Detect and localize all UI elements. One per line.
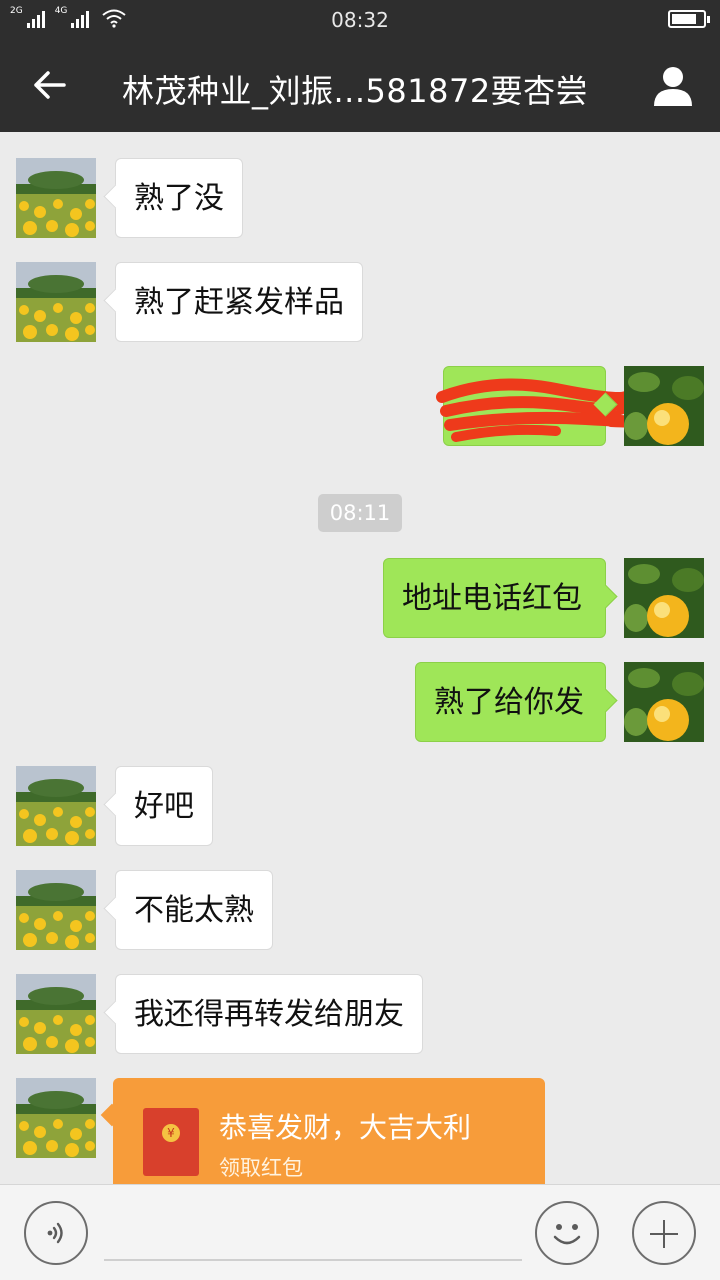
contact-avatar[interactable]	[16, 158, 96, 238]
voice-button[interactable]	[24, 1201, 88, 1265]
my-avatar[interactable]	[624, 366, 704, 446]
red-envelope-icon: ¥	[143, 1108, 199, 1176]
message-input[interactable]	[104, 1259, 522, 1261]
voice-icon	[47, 1222, 63, 1244]
message-bubble-sent[interactable]: 熟了给你发	[415, 662, 606, 742]
input-bar	[0, 1184, 720, 1280]
profile-icon	[654, 67, 692, 106]
contact-avatar[interactable]	[16, 974, 96, 1054]
timestamp-divider: 08:11	[318, 494, 402, 532]
back-arrow-icon	[34, 71, 66, 99]
contact-avatar[interactable]	[16, 870, 96, 950]
contact-avatar[interactable]	[16, 262, 96, 342]
contact-avatar[interactable]	[16, 766, 96, 846]
chat-title: 林茂种业_刘振...581872要杏尝	[122, 72, 589, 110]
message-bubble-sent-redacted[interactable]	[436, 366, 635, 446]
red-packet-message[interactable]: ¥ 恭喜发财，大吉大利 领取红包	[113, 1078, 545, 1184]
plus-button[interactable]	[632, 1201, 696, 1265]
battery-icon	[668, 10, 710, 28]
message-bubble-sent[interactable]: 地址电话红包	[383, 558, 606, 638]
chat-header: 林茂种业_刘振...581872要杏尝	[0, 38, 720, 132]
my-avatar[interactable]	[624, 662, 704, 742]
chat-area[interactable]: 熟了没 熟了赶紧发样品 08:11 地址电话红包 熟了给你发 好吧 不能太熟 我…	[0, 132, 720, 1184]
emoji-button[interactable]	[535, 1201, 599, 1265]
contact-avatar[interactable]	[16, 1078, 96, 1158]
profile-button[interactable]	[648, 60, 698, 110]
status-bar: 2G 4G 08:32	[0, 0, 720, 38]
message-bubble-received[interactable]: 好吧	[115, 766, 213, 846]
back-button[interactable]	[24, 60, 74, 110]
red-packet-subtitle: 领取红包	[219, 1156, 303, 1180]
message-bubble-received[interactable]: 我还得再转发给朋友	[115, 974, 423, 1054]
emoji-icon	[553, 1224, 581, 1245]
message-bubble-received[interactable]: 熟了赶紧发样品	[115, 262, 363, 342]
red-packet-title: 恭喜发财，大吉大利	[219, 1111, 472, 1144]
my-avatar[interactable]	[624, 558, 704, 638]
redaction-scribble	[436, 378, 635, 442]
message-bubble-received[interactable]: 熟了没	[115, 158, 243, 238]
message-bubble-received[interactable]: 不能太熟	[115, 870, 273, 950]
clock: 08:32	[331, 8, 389, 32]
